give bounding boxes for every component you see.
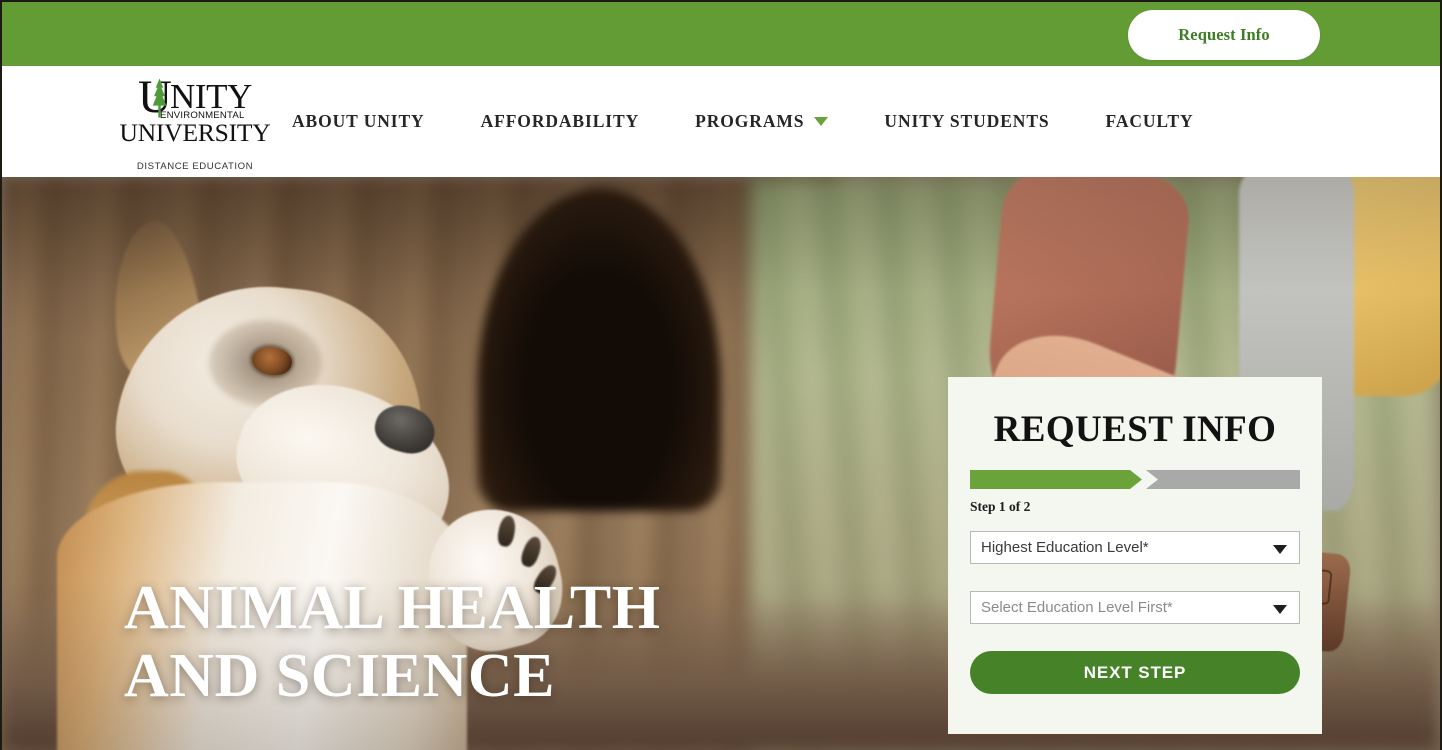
logo-word-nity: NITY: [169, 77, 252, 116]
nav-links: ABOUT UNITY AFFORDABILITY PROGRAMS UNITY…: [292, 66, 1194, 177]
request-info-button-label: Request Info: [1178, 25, 1270, 44]
page-root: Request Info U NITY ENVIRONMENTAL UNIVER…: [0, 0, 1442, 750]
chevron-down-icon: [1273, 544, 1287, 554]
nav-item-label: UNITY STUDENTS: [884, 111, 1050, 131]
chevron-down-icon: [814, 117, 829, 126]
nav-item-about-unity[interactable]: ABOUT UNITY: [292, 111, 425, 132]
program-of-interest-select[interactable]: Select Education Level First*: [970, 591, 1300, 624]
nav-item-label: ABOUT UNITY: [292, 111, 425, 131]
form-title: REQUEST INFO: [993, 409, 1277, 450]
utility-bar: Request Info: [2, 2, 1440, 66]
progress-step-1-complete: [970, 470, 1142, 489]
step-label: Step 1 of 2: [970, 499, 1031, 514]
logo-word-university: UNIVERSITY: [119, 118, 271, 147]
education-level-select-value: Highest Education Level*: [981, 539, 1149, 556]
request-info-form-card: REQUEST INFO Step 1 of 2 Highest Educati…: [948, 377, 1322, 734]
nav-item-label: PROGRAMS: [695, 111, 805, 131]
nav-item-affordability[interactable]: AFFORDABILITY: [481, 111, 640, 132]
progress-indicator: [970, 470, 1300, 489]
logo-tagline: DISTANCE EDUCATION: [136, 161, 254, 172]
education-level-select[interactable]: Highest Education Level*: [970, 531, 1300, 564]
nav-item-faculty[interactable]: FACULTY: [1106, 111, 1194, 132]
chevron-down-icon: [1273, 604, 1287, 614]
main-navbar: U NITY ENVIRONMENTAL UNIVERSITY DISTANCE…: [2, 66, 1440, 177]
evergreen-tree-icon: [152, 78, 167, 118]
request-info-button[interactable]: Request Info: [1128, 10, 1320, 60]
logo-wordmark-top: U NITY: [138, 74, 252, 121]
nav-item-label: FACULTY: [1105, 111, 1194, 131]
hero-title: ANIMAL HEALTH AND SCIENCE: [124, 574, 661, 710]
site-logo[interactable]: U NITY ENVIRONMENTAL UNIVERSITY DISTANCE…: [120, 74, 271, 173]
program-of-interest-select-value: Select Education Level First*: [981, 599, 1173, 616]
nav-item-label: AFFORDABILITY: [480, 111, 640, 131]
nav-item-programs[interactable]: PROGRAMS: [695, 111, 829, 132]
next-step-button[interactable]: NEXT STEP: [970, 651, 1300, 694]
progress-step-2-pending: [1145, 470, 1300, 489]
nav-item-unity-students[interactable]: UNITY STUDENTS: [884, 111, 1049, 132]
